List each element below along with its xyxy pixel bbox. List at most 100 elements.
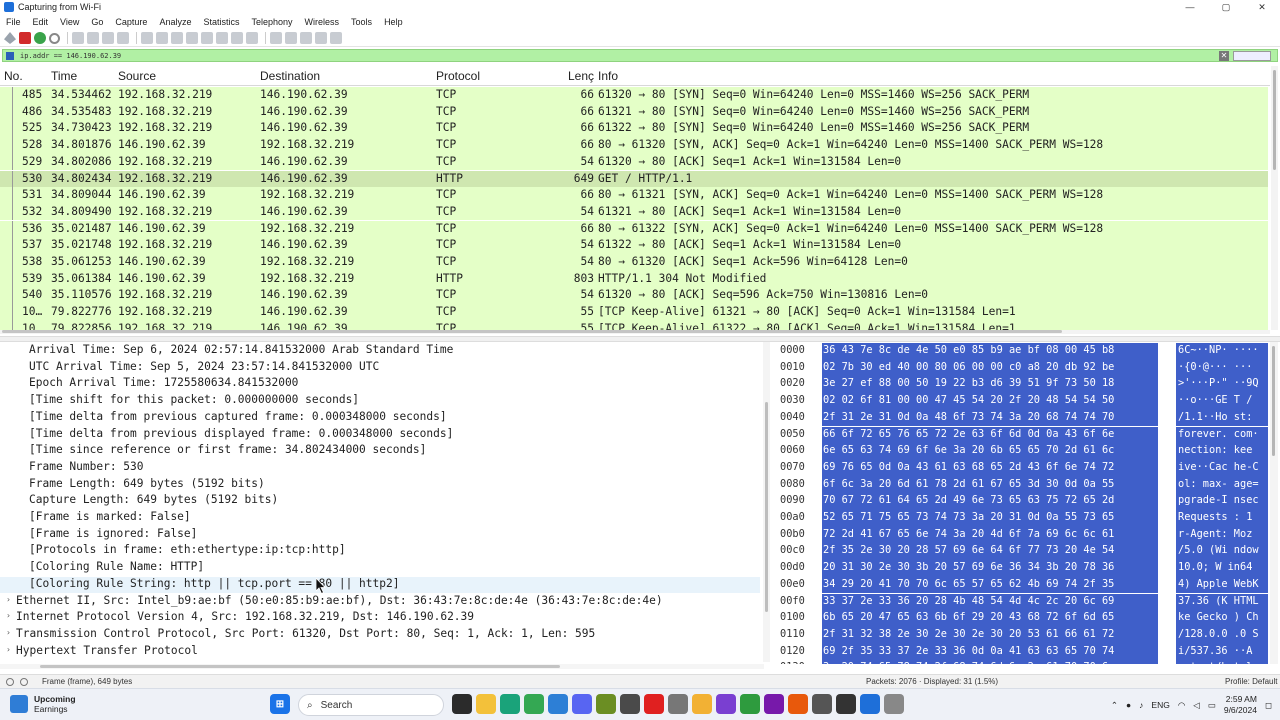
expand-arrow-icon[interactable]: ›	[6, 645, 11, 654]
notifications-icon[interactable]: ◻	[1265, 700, 1272, 711]
filter-input[interactable]: ip.addr == 146.190.62.39	[20, 52, 121, 60]
app-icon[interactable]	[692, 694, 712, 714]
edge-icon[interactable]	[500, 694, 520, 714]
detail-row[interactable]: Capture Length: 649 bytes (5192 bits)	[0, 493, 760, 510]
battery-icon[interactable]: ▭	[1208, 700, 1216, 711]
app-icon[interactable]	[740, 694, 760, 714]
menu-view[interactable]: View	[60, 17, 79, 27]
hex-row[interactable]: 00b0 72 2d 41 67 65 6e 74 3a 20 4d 6f 7a …	[772, 526, 1272, 544]
packet-list-hscrollbar[interactable]	[0, 330, 1270, 334]
details-scrollbar[interactable]	[763, 342, 770, 662]
menu-tools[interactable]: Tools	[351, 17, 372, 27]
status-profile[interactable]: Profile: Default	[1225, 677, 1277, 686]
detail-row[interactable]: › Ethernet II, Src: Intel_b9:ae:bf (50:e0…	[0, 594, 760, 611]
expand-arrow-icon[interactable]: ›	[6, 595, 11, 604]
packet-row[interactable]: 10… 79.822856 192.168.32.219 146.190.62.39 T…	[0, 320, 1268, 330]
go-back-icon[interactable]	[156, 32, 168, 44]
packet-list[interactable]: No. Time Source Destination Protocol Len…	[0, 66, 1270, 330]
packet-row[interactable]: 525 34.730423 192.168.32.219 146.190.62.39 T…	[0, 120, 1268, 137]
scrollbar-thumb[interactable]	[1272, 346, 1275, 456]
packet-row[interactable]: 538 35.061253 146.190.62.39 192.168.32.219 T…	[0, 254, 1268, 271]
hex-row[interactable]: 0090 70 67 72 61 64 65 2d 49 6e 73 65 63 …	[772, 493, 1272, 510]
hex-row[interactable]: 0080 6f 6c 3a 20 6d 61 78 2d 61 67 65 3d …	[772, 476, 1272, 494]
packet-row[interactable]: 530 34.802434 192.168.32.219 146.190.62.39 H…	[0, 170, 1268, 188]
packet-row[interactable]: 532 34.809490 192.168.32.219 146.190.62.39 T…	[0, 203, 1268, 221]
terminal-icon[interactable]	[836, 694, 856, 714]
first-packet-icon[interactable]	[201, 32, 213, 44]
detail-row[interactable]: [Time shift for this packet: 0.000000000…	[0, 393, 760, 410]
wireshark-icon[interactable]	[860, 694, 880, 714]
hex-row[interactable]: 00c0 2f 35 2e 30 20 28 57 69 6e 64 6f 77 …	[772, 543, 1272, 561]
packet-row[interactable]: 486 34.535483 192.168.32.219 146.190.62.39 T…	[0, 103, 1268, 121]
detail-row[interactable]: Epoch Arrival Time: 1725580634.841532000	[0, 376, 760, 393]
packet-row[interactable]: 536 35.021487 146.190.62.39 192.168.32.219 T…	[0, 220, 1268, 238]
packet-bytes[interactable]: 0000 36 43 7e 8c de 4e 50 e0 85 b9 ae bf …	[772, 342, 1272, 664]
task-view-icon[interactable]	[452, 694, 472, 714]
detail-row[interactable]: [Protocols in frame: eth:ethertype:ip:tc…	[0, 543, 760, 560]
packet-row[interactable]: 529 34.802086 192.168.32.219 146.190.62.39 T…	[0, 153, 1268, 171]
onenote-icon[interactable]	[764, 694, 784, 714]
go-to-packet-icon[interactable]	[186, 32, 198, 44]
hex-row[interactable]: 0040 2f 31 2e 31 0d 0a 48 6f 73 74 3a 20 …	[772, 409, 1272, 427]
app-icon[interactable]	[596, 694, 616, 714]
app-icon[interactable]	[884, 694, 904, 714]
packet-row[interactable]: 531 34.809044 146.190.62.39 192.168.32.219 T…	[0, 187, 1268, 204]
column-length[interactable]: Lenç	[568, 69, 594, 83]
menu-go[interactable]: Go	[91, 17, 103, 27]
scrollbar-thumb[interactable]	[765, 402, 768, 612]
minimize-button[interactable]: —	[1172, 0, 1208, 14]
detail-row[interactable]: [Frame is ignored: False]	[0, 527, 760, 544]
save-file-icon[interactable]	[87, 32, 99, 44]
hex-row[interactable]: 0030 02 02 6f 81 00 00 47 45 54 20 2f 20 …	[772, 393, 1272, 410]
go-forward-icon[interactable]	[171, 32, 183, 44]
scrollbar-thumb[interactable]	[2, 330, 1062, 333]
close-button[interactable]: ✕	[1244, 0, 1280, 14]
menu-statistics[interactable]: Statistics	[203, 17, 239, 27]
taskbar-search[interactable]: ⌕ Search	[298, 694, 444, 716]
chevron-up-icon[interactable]: ⌃	[1111, 700, 1118, 711]
hex-row[interactable]: 0050 66 6f 72 65 76 65 72 2e 63 6f 6d 0d …	[772, 426, 1272, 444]
menu-edit[interactable]: Edit	[33, 17, 49, 27]
close-file-icon[interactable]	[102, 32, 114, 44]
clear-filter-button[interactable]: ✕	[1219, 51, 1229, 61]
detail-row[interactable]: › Internet Protocol Version 4, Src: 192.1…	[0, 610, 760, 627]
column-destination[interactable]: Destination	[260, 69, 320, 83]
expand-arrow-icon[interactable]: ›	[6, 611, 11, 620]
column-no[interactable]: No.	[4, 69, 23, 83]
wifi-icon[interactable]: ◠	[1178, 700, 1185, 711]
detail-row[interactable]: UTC Arrival Time: Sep 5, 2024 23:57:14.8…	[0, 360, 760, 377]
details-hscrollbar[interactable]	[0, 664, 764, 669]
restart-capture-icon[interactable]	[34, 32, 46, 44]
app-icon[interactable]	[788, 694, 808, 714]
file-explorer-icon[interactable]	[476, 694, 496, 714]
detail-row[interactable]: Frame Length: 649 bytes (5192 bits)	[0, 477, 760, 494]
open-file-icon[interactable]	[72, 32, 84, 44]
zoom-in-icon[interactable]	[270, 32, 282, 44]
volume-icon[interactable]: ◁	[1193, 700, 1200, 711]
hex-row[interactable]: 00f0 33 37 2e 33 36 20 28 4b 48 54 4d 4c …	[772, 593, 1272, 611]
capture-comment-icon[interactable]	[20, 678, 28, 686]
sound-icon[interactable]: ♪	[1139, 700, 1143, 710]
twitch-icon[interactable]	[716, 694, 736, 714]
display-filter-bar[interactable]: ip.addr == 146.190.62.39 ✕	[2, 49, 1278, 62]
scrollbar-thumb[interactable]	[1273, 70, 1276, 170]
packet-row[interactable]: 539 35.061384 146.190.62.39 192.168.32.219 H…	[0, 270, 1268, 288]
detail-row[interactable]: Frame Number: 530	[0, 460, 760, 477]
hex-row[interactable]: 0120 69 2f 35 33 37 2e 33 36 0d 0a 41 63 …	[772, 643, 1272, 661]
colorize-icon[interactable]	[246, 32, 258, 44]
hex-row[interactable]: 00d0 20 31 30 2e 30 3b 20 57 69 6e 36 34 …	[772, 560, 1272, 577]
mic-icon[interactable]: ●	[1126, 700, 1131, 710]
detail-row[interactable]: [Coloring Rule Name: HTTP]	[0, 560, 760, 577]
hex-row[interactable]: 0060 6e 65 63 74 69 6f 6e 3a 20 6b 65 65 …	[772, 443, 1272, 460]
detail-row[interactable]: [Time since reference or first frame: 34…	[0, 443, 760, 460]
bytes-scrollbar[interactable]	[1270, 342, 1278, 664]
expert-info-icon[interactable]	[6, 678, 14, 686]
find-packet-icon[interactable]	[141, 32, 153, 44]
detail-row[interactable]: [Frame is marked: False]	[0, 510, 760, 527]
resize-columns-icon[interactable]	[315, 32, 327, 44]
detail-row[interactable]: › Hypertext Transfer Protocol	[0, 644, 760, 661]
scrollbar-thumb[interactable]	[40, 665, 560, 668]
hex-row[interactable]: 0010 02 7b 30 ed 40 00 80 06 00 00 c0 a8 …	[772, 359, 1272, 377]
start-capture-icon[interactable]	[4, 32, 16, 44]
menu-analyze[interactable]: Analyze	[159, 17, 191, 27]
